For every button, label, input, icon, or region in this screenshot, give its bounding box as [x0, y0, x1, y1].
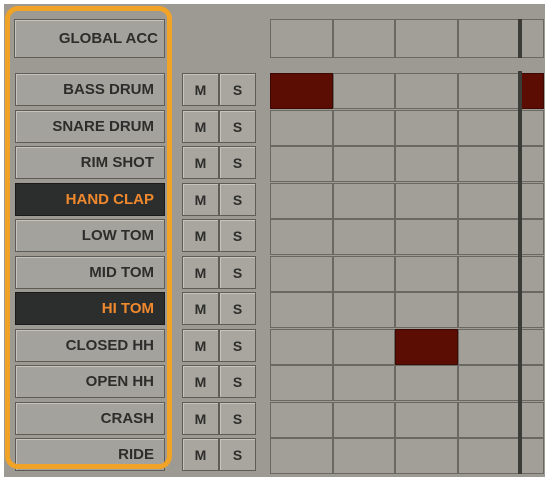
track-label-low-tom[interactable]: LOW TOM: [15, 219, 165, 252]
track-label-open-hh[interactable]: OPEN HH: [15, 365, 165, 398]
step-cell[interactable]: [332, 365, 395, 401]
step-cell[interactable]: [457, 109, 520, 146]
track-label-hi-tom[interactable]: HI TOM: [15, 292, 165, 325]
track-label-crash[interactable]: CRASH: [15, 401, 165, 435]
track-label-rim-shot[interactable]: RIM SHOT: [15, 146, 165, 179]
step-cell[interactable]: [332, 73, 395, 109]
step-cell[interactable]: [270, 146, 333, 182]
step-cell-active[interactable]: [270, 73, 333, 109]
step-cell[interactable]: [270, 292, 333, 328]
global-acc-step-cell[interactable]: [520, 19, 544, 58]
step-cell[interactable]: [270, 401, 333, 438]
step-cell[interactable]: [520, 438, 544, 474]
step-cell[interactable]: [332, 328, 395, 365]
mute-button[interactable]: M: [182, 438, 219, 471]
mute-button[interactable]: M: [182, 219, 219, 252]
step-cell[interactable]: [270, 365, 333, 401]
step-cell[interactable]: [457, 146, 520, 182]
step-cell[interactable]: [270, 255, 333, 292]
step-cell-active[interactable]: [395, 328, 458, 365]
step-cell[interactable]: [520, 365, 544, 401]
mute-button[interactable]: M: [182, 146, 219, 179]
step-cell[interactable]: [395, 109, 458, 146]
mute-button[interactable]: M: [182, 73, 219, 106]
step-cell[interactable]: [395, 146, 458, 182]
step-cell[interactable]: [457, 401, 520, 438]
step-cell[interactable]: [395, 401, 458, 438]
step-cell[interactable]: [270, 109, 333, 146]
step-cell-active[interactable]: [520, 73, 544, 109]
track-label-mid-tom[interactable]: MID TOM: [15, 255, 165, 289]
mute-button[interactable]: M: [182, 255, 219, 289]
step-cell[interactable]: [395, 182, 458, 219]
global-acc-step-cell[interactable]: [332, 19, 395, 58]
bar-divider: [518, 71, 522, 474]
global-acc-step-cell[interactable]: [270, 19, 333, 58]
mute-button[interactable]: M: [182, 328, 219, 362]
step-cell[interactable]: [457, 438, 520, 474]
step-cell[interactable]: [332, 255, 395, 292]
solo-button[interactable]: S: [219, 219, 256, 252]
step-cell[interactable]: [520, 255, 544, 292]
track-label-ride[interactable]: RIDE: [15, 438, 165, 471]
step-cell[interactable]: [520, 219, 544, 255]
solo-button[interactable]: S: [219, 182, 256, 216]
step-cell[interactable]: [332, 109, 395, 146]
step-cell[interactable]: [395, 73, 458, 109]
step-cell[interactable]: [332, 146, 395, 182]
track-label-bass-drum[interactable]: BASS DRUM: [15, 73, 165, 106]
step-cell[interactable]: [395, 255, 458, 292]
step-cell[interactable]: [457, 219, 520, 255]
solo-button[interactable]: S: [219, 328, 256, 362]
track-label-hand-clap[interactable]: HAND CLAP: [15, 182, 165, 216]
step-cell[interactable]: [520, 146, 544, 182]
mute-button[interactable]: M: [182, 365, 219, 398]
step-cell[interactable]: [457, 365, 520, 401]
global-acc-step-cell[interactable]: [395, 19, 458, 58]
step-cell[interactable]: [332, 219, 395, 255]
step-cell[interactable]: [457, 328, 520, 365]
step-cell[interactable]: [395, 365, 458, 401]
solo-button[interactable]: S: [219, 255, 256, 289]
solo-button[interactable]: S: [219, 365, 256, 398]
step-cell[interactable]: [332, 182, 395, 219]
step-cell[interactable]: [395, 438, 458, 474]
step-cell[interactable]: [270, 438, 333, 474]
step-cell[interactable]: [332, 401, 395, 438]
solo-button[interactable]: S: [219, 109, 256, 143]
step-cell[interactable]: [332, 438, 395, 474]
solo-button[interactable]: S: [219, 73, 256, 106]
step-cell[interactable]: [520, 292, 544, 328]
solo-button[interactable]: S: [219, 438, 256, 471]
step-cell[interactable]: [332, 292, 395, 328]
step-cell[interactable]: [520, 109, 544, 146]
step-cell[interactable]: [270, 219, 333, 255]
step-cell[interactable]: [520, 328, 544, 365]
step-cell[interactable]: [457, 255, 520, 292]
step-cell[interactable]: [457, 182, 520, 219]
track-label-snare-drum[interactable]: SNARE DRUM: [15, 109, 165, 143]
step-cell[interactable]: [457, 292, 520, 328]
step-cell[interactable]: [270, 182, 333, 219]
global-acc-step-cell[interactable]: [457, 19, 520, 58]
solo-button[interactable]: S: [219, 401, 256, 435]
track-label-closed-hh[interactable]: CLOSED HH: [15, 328, 165, 362]
step-cell[interactable]: [395, 292, 458, 328]
bar-divider: [518, 19, 522, 58]
solo-button[interactable]: S: [219, 146, 256, 179]
step-cell[interactable]: [395, 219, 458, 255]
mute-button[interactable]: M: [182, 401, 219, 435]
mute-button[interactable]: M: [182, 182, 219, 216]
global-acc-button[interactable]: GLOBAL ACC: [14, 19, 165, 58]
solo-button[interactable]: S: [219, 292, 256, 325]
mute-button[interactable]: M: [182, 292, 219, 325]
step-cell[interactable]: [520, 182, 544, 219]
step-cell[interactable]: [457, 73, 520, 109]
step-cell[interactable]: [270, 328, 333, 365]
mute-button[interactable]: M: [182, 109, 219, 143]
step-cell[interactable]: [520, 401, 544, 438]
